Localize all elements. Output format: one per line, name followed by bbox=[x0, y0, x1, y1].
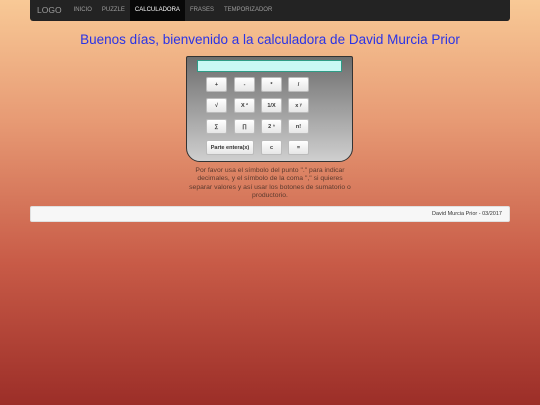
summation-button[interactable]: ∑ bbox=[206, 119, 227, 134]
multiply-button[interactable]: * bbox=[261, 77, 282, 92]
footer: David Murcia Prior - 03/2017 bbox=[30, 206, 510, 222]
nav-item-puzzle[interactable]: PUZZLE bbox=[97, 0, 130, 21]
subtract-button[interactable]: - bbox=[234, 77, 255, 92]
footer-text: David Murcia Prior - 03/2017 bbox=[431, 211, 502, 217]
page-title: Buenos días, bienvenido a la calculadora… bbox=[80, 32, 460, 47]
factorial-button[interactable]: n! bbox=[288, 119, 309, 134]
power-button[interactable]: x ʸ bbox=[288, 98, 309, 113]
nav-item-inicio[interactable]: INICIO bbox=[69, 0, 97, 21]
two-power-n-button[interactable]: 2 ⁿ bbox=[261, 119, 282, 134]
nav-item-temporizador[interactable]: TEMPORIZADOR bbox=[219, 0, 277, 21]
clear-button[interactable]: c bbox=[261, 140, 282, 155]
navbar: LOGO INICIO PUZZLE CALCULADORA FRASES TE… bbox=[30, 0, 510, 21]
calculator-display[interactable] bbox=[197, 60, 342, 72]
add-button[interactable]: + bbox=[206, 77, 227, 92]
divide-button[interactable]: / bbox=[288, 77, 309, 92]
calculator: + - * / √ X ² 1/X x ʸ ∑ ∏ 2 ⁿ n! Parte e… bbox=[186, 56, 353, 162]
reciprocal-button[interactable]: 1/X bbox=[261, 98, 282, 113]
nav-brand-logo[interactable]: LOGO bbox=[30, 0, 69, 21]
nav-item-frases[interactable]: FRASES bbox=[185, 0, 219, 21]
square-button[interactable]: X ² bbox=[234, 98, 255, 113]
integer-part-button[interactable]: Parte entera(x) bbox=[206, 140, 254, 155]
instructions-text: Por favor usa el símbolo del punto "." p… bbox=[189, 167, 351, 199]
product-button[interactable]: ∏ bbox=[234, 119, 255, 134]
equals-button[interactable]: = bbox=[288, 140, 309, 155]
sqrt-button[interactable]: √ bbox=[206, 98, 227, 113]
nav-item-calculadora[interactable]: CALCULADORA bbox=[129, 0, 185, 21]
